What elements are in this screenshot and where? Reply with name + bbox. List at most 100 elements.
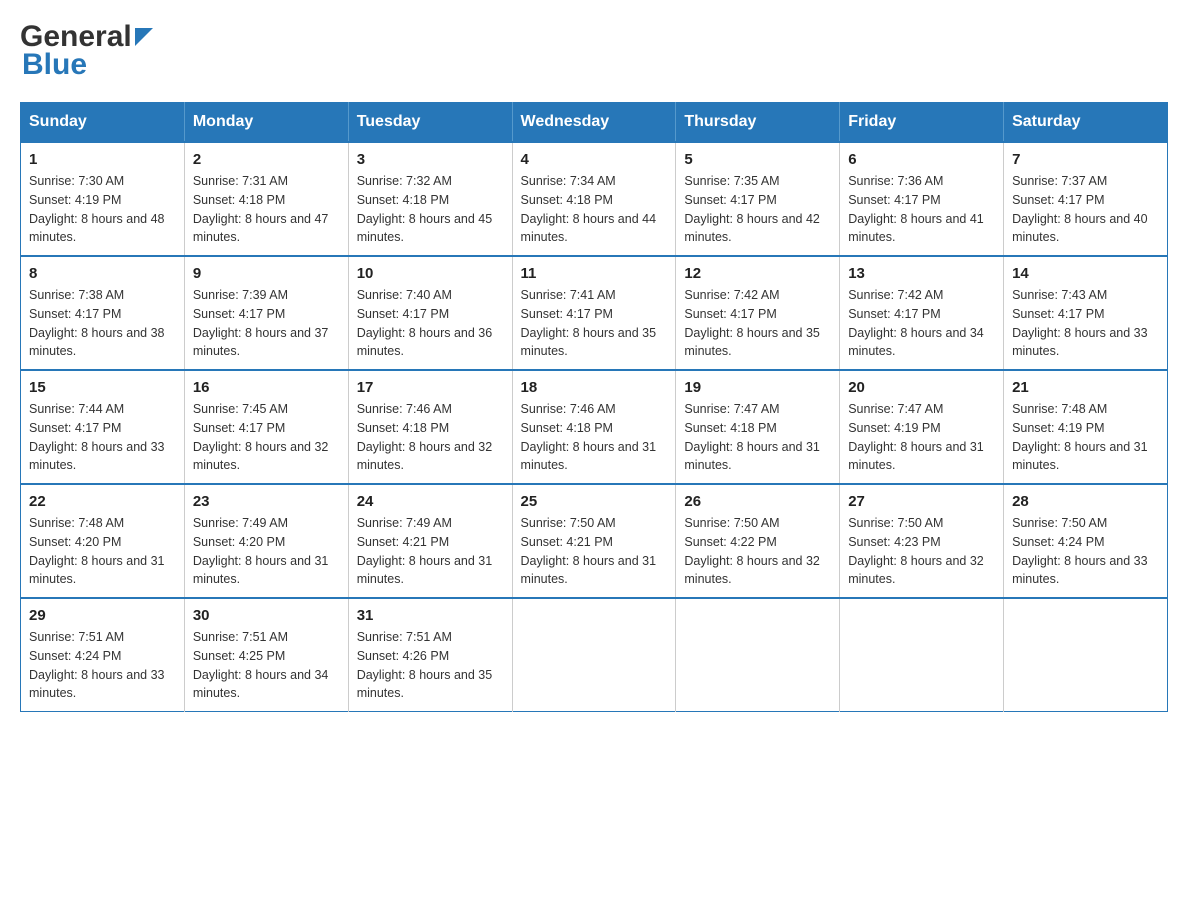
day-info: Sunrise: 7:32 AMSunset: 4:18 PMDaylight:… [357, 172, 504, 247]
calendar-day-cell: 21 Sunrise: 7:48 AMSunset: 4:19 PMDayligh… [1004, 370, 1168, 484]
calendar-day-cell: 18 Sunrise: 7:46 AMSunset: 4:18 PMDayligh… [512, 370, 676, 484]
calendar-day-cell: 28 Sunrise: 7:50 AMSunset: 4:24 PMDayligh… [1004, 484, 1168, 598]
day-info: Sunrise: 7:47 AMSunset: 4:18 PMDaylight:… [684, 400, 831, 475]
day-info: Sunrise: 7:50 AMSunset: 4:21 PMDaylight:… [521, 514, 668, 589]
day-number: 25 [521, 493, 668, 510]
day-number: 4 [521, 151, 668, 168]
day-number: 19 [684, 379, 831, 396]
day-info: Sunrise: 7:42 AMSunset: 4:17 PMDaylight:… [684, 286, 831, 361]
day-info: Sunrise: 7:46 AMSunset: 4:18 PMDaylight:… [521, 400, 668, 475]
day-info: Sunrise: 7:51 AMSunset: 4:26 PMDaylight:… [357, 628, 504, 703]
calendar-day-cell: 14 Sunrise: 7:43 AMSunset: 4:17 PMDayligh… [1004, 256, 1168, 370]
day-info: Sunrise: 7:38 AMSunset: 4:17 PMDaylight:… [29, 286, 176, 361]
calendar-day-cell: 8 Sunrise: 7:38 AMSunset: 4:17 PMDaylight… [21, 256, 185, 370]
day-number: 12 [684, 265, 831, 282]
calendar-day-cell: 13Sunrise: 7:42 AMSunset: 4:17 PMDayligh… [840, 256, 1004, 370]
day-info: Sunrise: 7:49 AMSunset: 4:21 PMDaylight:… [357, 514, 504, 589]
calendar-day-cell: 22 Sunrise: 7:48 AMSunset: 4:20 PMDayligh… [21, 484, 185, 598]
calendar-day-cell: 16Sunrise: 7:45 AMSunset: 4:17 PMDayligh… [184, 370, 348, 484]
calendar-day-cell: 29Sunrise: 7:51 AMSunset: 4:24 PMDayligh… [21, 598, 185, 712]
weekday-header-saturday: Saturday [1004, 103, 1168, 143]
day-info: Sunrise: 7:43 AMSunset: 4:17 PMDaylight:… [1012, 286, 1159, 361]
calendar-week-row: 22 Sunrise: 7:48 AMSunset: 4:20 PMDayligh… [21, 484, 1168, 598]
day-number: 13 [848, 265, 995, 282]
calendar-week-row: 8 Sunrise: 7:38 AMSunset: 4:17 PMDaylight… [21, 256, 1168, 370]
day-number: 11 [521, 265, 668, 282]
logo-blue-text: Blue [22, 48, 87, 82]
calendar-week-row: 29Sunrise: 7:51 AMSunset: 4:24 PMDayligh… [21, 598, 1168, 712]
day-info: Sunrise: 7:40 AMSunset: 4:17 PMDaylight:… [357, 286, 504, 361]
weekday-header-row: SundayMondayTuesdayWednesdayThursdayFrid… [21, 103, 1168, 143]
day-number: 24 [357, 493, 504, 510]
day-number: 21 [1012, 379, 1159, 396]
weekday-header-friday: Friday [840, 103, 1004, 143]
calendar-day-cell: 25 Sunrise: 7:50 AMSunset: 4:21 PMDayligh… [512, 484, 676, 598]
calendar-day-cell: 31 Sunrise: 7:51 AMSunset: 4:26 PMDayligh… [348, 598, 512, 712]
day-number: 20 [848, 379, 995, 396]
day-info: Sunrise: 7:39 AMSunset: 4:17 PMDaylight:… [193, 286, 340, 361]
day-info: Sunrise: 7:45 AMSunset: 4:17 PMDaylight:… [193, 400, 340, 475]
day-number: 23 [193, 493, 340, 510]
day-number: 15 [29, 379, 176, 396]
calendar-day-cell: 3 Sunrise: 7:32 AMSunset: 4:18 PMDaylight… [348, 142, 512, 256]
weekday-header-monday: Monday [184, 103, 348, 143]
day-info: Sunrise: 7:35 AMSunset: 4:17 PMDaylight:… [684, 172, 831, 247]
calendar-day-cell: 5Sunrise: 7:35 AMSunset: 4:17 PMDaylight… [676, 142, 840, 256]
day-number: 22 [29, 493, 176, 510]
calendar-day-cell: 19 Sunrise: 7:47 AMSunset: 4:18 PMDayligh… [676, 370, 840, 484]
calendar-day-cell: 26Sunrise: 7:50 AMSunset: 4:22 PMDayligh… [676, 484, 840, 598]
day-info: Sunrise: 7:50 AMSunset: 4:24 PMDaylight:… [1012, 514, 1159, 589]
day-info: Sunrise: 7:48 AMSunset: 4:20 PMDaylight:… [29, 514, 176, 589]
calendar-day-cell [676, 598, 840, 712]
weekday-header-tuesday: Tuesday [348, 103, 512, 143]
calendar-day-cell: 6 Sunrise: 7:36 AMSunset: 4:17 PMDaylight… [840, 142, 1004, 256]
day-info: Sunrise: 7:50 AMSunset: 4:23 PMDaylight:… [848, 514, 995, 589]
day-number: 31 [357, 607, 504, 624]
calendar-day-cell: 27 Sunrise: 7:50 AMSunset: 4:23 PMDayligh… [840, 484, 1004, 598]
day-info: Sunrise: 7:51 AMSunset: 4:25 PMDaylight:… [193, 628, 340, 703]
weekday-header-thursday: Thursday [676, 103, 840, 143]
day-number: 9 [193, 265, 340, 282]
calendar-day-cell: 9 Sunrise: 7:39 AMSunset: 4:17 PMDaylight… [184, 256, 348, 370]
calendar-week-row: 1Sunrise: 7:30 AMSunset: 4:19 PMDaylight… [21, 142, 1168, 256]
calendar-day-cell: 23 Sunrise: 7:49 AMSunset: 4:20 PMDayligh… [184, 484, 348, 598]
logo-arrow-icon [135, 28, 153, 51]
day-info: Sunrise: 7:34 AMSunset: 4:18 PMDaylight:… [521, 172, 668, 247]
page-header: General Blue [20, 20, 1168, 82]
day-number: 18 [521, 379, 668, 396]
logo: General Blue [20, 20, 153, 82]
day-info: Sunrise: 7:50 AMSunset: 4:22 PMDaylight:… [684, 514, 831, 589]
day-number: 28 [1012, 493, 1159, 510]
day-number: 27 [848, 493, 995, 510]
day-info: Sunrise: 7:46 AMSunset: 4:18 PMDaylight:… [357, 400, 504, 475]
calendar-day-cell: 20 Sunrise: 7:47 AMSunset: 4:19 PMDayligh… [840, 370, 1004, 484]
calendar-table: SundayMondayTuesdayWednesdayThursdayFrid… [20, 102, 1168, 712]
day-number: 17 [357, 379, 504, 396]
calendar-day-cell [1004, 598, 1168, 712]
day-number: 6 [848, 151, 995, 168]
day-info: Sunrise: 7:47 AMSunset: 4:19 PMDaylight:… [848, 400, 995, 475]
day-number: 14 [1012, 265, 1159, 282]
day-info: Sunrise: 7:51 AMSunset: 4:24 PMDaylight:… [29, 628, 176, 703]
calendar-day-cell [512, 598, 676, 712]
calendar-day-cell: 7Sunrise: 7:37 AMSunset: 4:17 PMDaylight… [1004, 142, 1168, 256]
calendar-day-cell: 30 Sunrise: 7:51 AMSunset: 4:25 PMDayligh… [184, 598, 348, 712]
day-info: Sunrise: 7:41 AMSunset: 4:17 PMDaylight:… [521, 286, 668, 361]
day-info: Sunrise: 7:36 AMSunset: 4:17 PMDaylight:… [848, 172, 995, 247]
day-info: Sunrise: 7:48 AMSunset: 4:19 PMDaylight:… [1012, 400, 1159, 475]
day-number: 8 [29, 265, 176, 282]
day-info: Sunrise: 7:49 AMSunset: 4:20 PMDaylight:… [193, 514, 340, 589]
calendar-week-row: 15Sunrise: 7:44 AMSunset: 4:17 PMDayligh… [21, 370, 1168, 484]
day-number: 3 [357, 151, 504, 168]
calendar-day-cell: 1Sunrise: 7:30 AMSunset: 4:19 PMDaylight… [21, 142, 185, 256]
day-number: 10 [357, 265, 504, 282]
day-info: Sunrise: 7:30 AMSunset: 4:19 PMDaylight:… [29, 172, 176, 247]
calendar-day-cell: 2Sunrise: 7:31 AMSunset: 4:18 PMDaylight… [184, 142, 348, 256]
calendar-day-cell: 17 Sunrise: 7:46 AMSunset: 4:18 PMDayligh… [348, 370, 512, 484]
day-number: 2 [193, 151, 340, 168]
calendar-day-cell: 10 Sunrise: 7:40 AMSunset: 4:17 PMDayligh… [348, 256, 512, 370]
weekday-header-wednesday: Wednesday [512, 103, 676, 143]
calendar-day-cell: 4 Sunrise: 7:34 AMSunset: 4:18 PMDaylight… [512, 142, 676, 256]
day-number: 30 [193, 607, 340, 624]
calendar-day-cell: 15Sunrise: 7:44 AMSunset: 4:17 PMDayligh… [21, 370, 185, 484]
